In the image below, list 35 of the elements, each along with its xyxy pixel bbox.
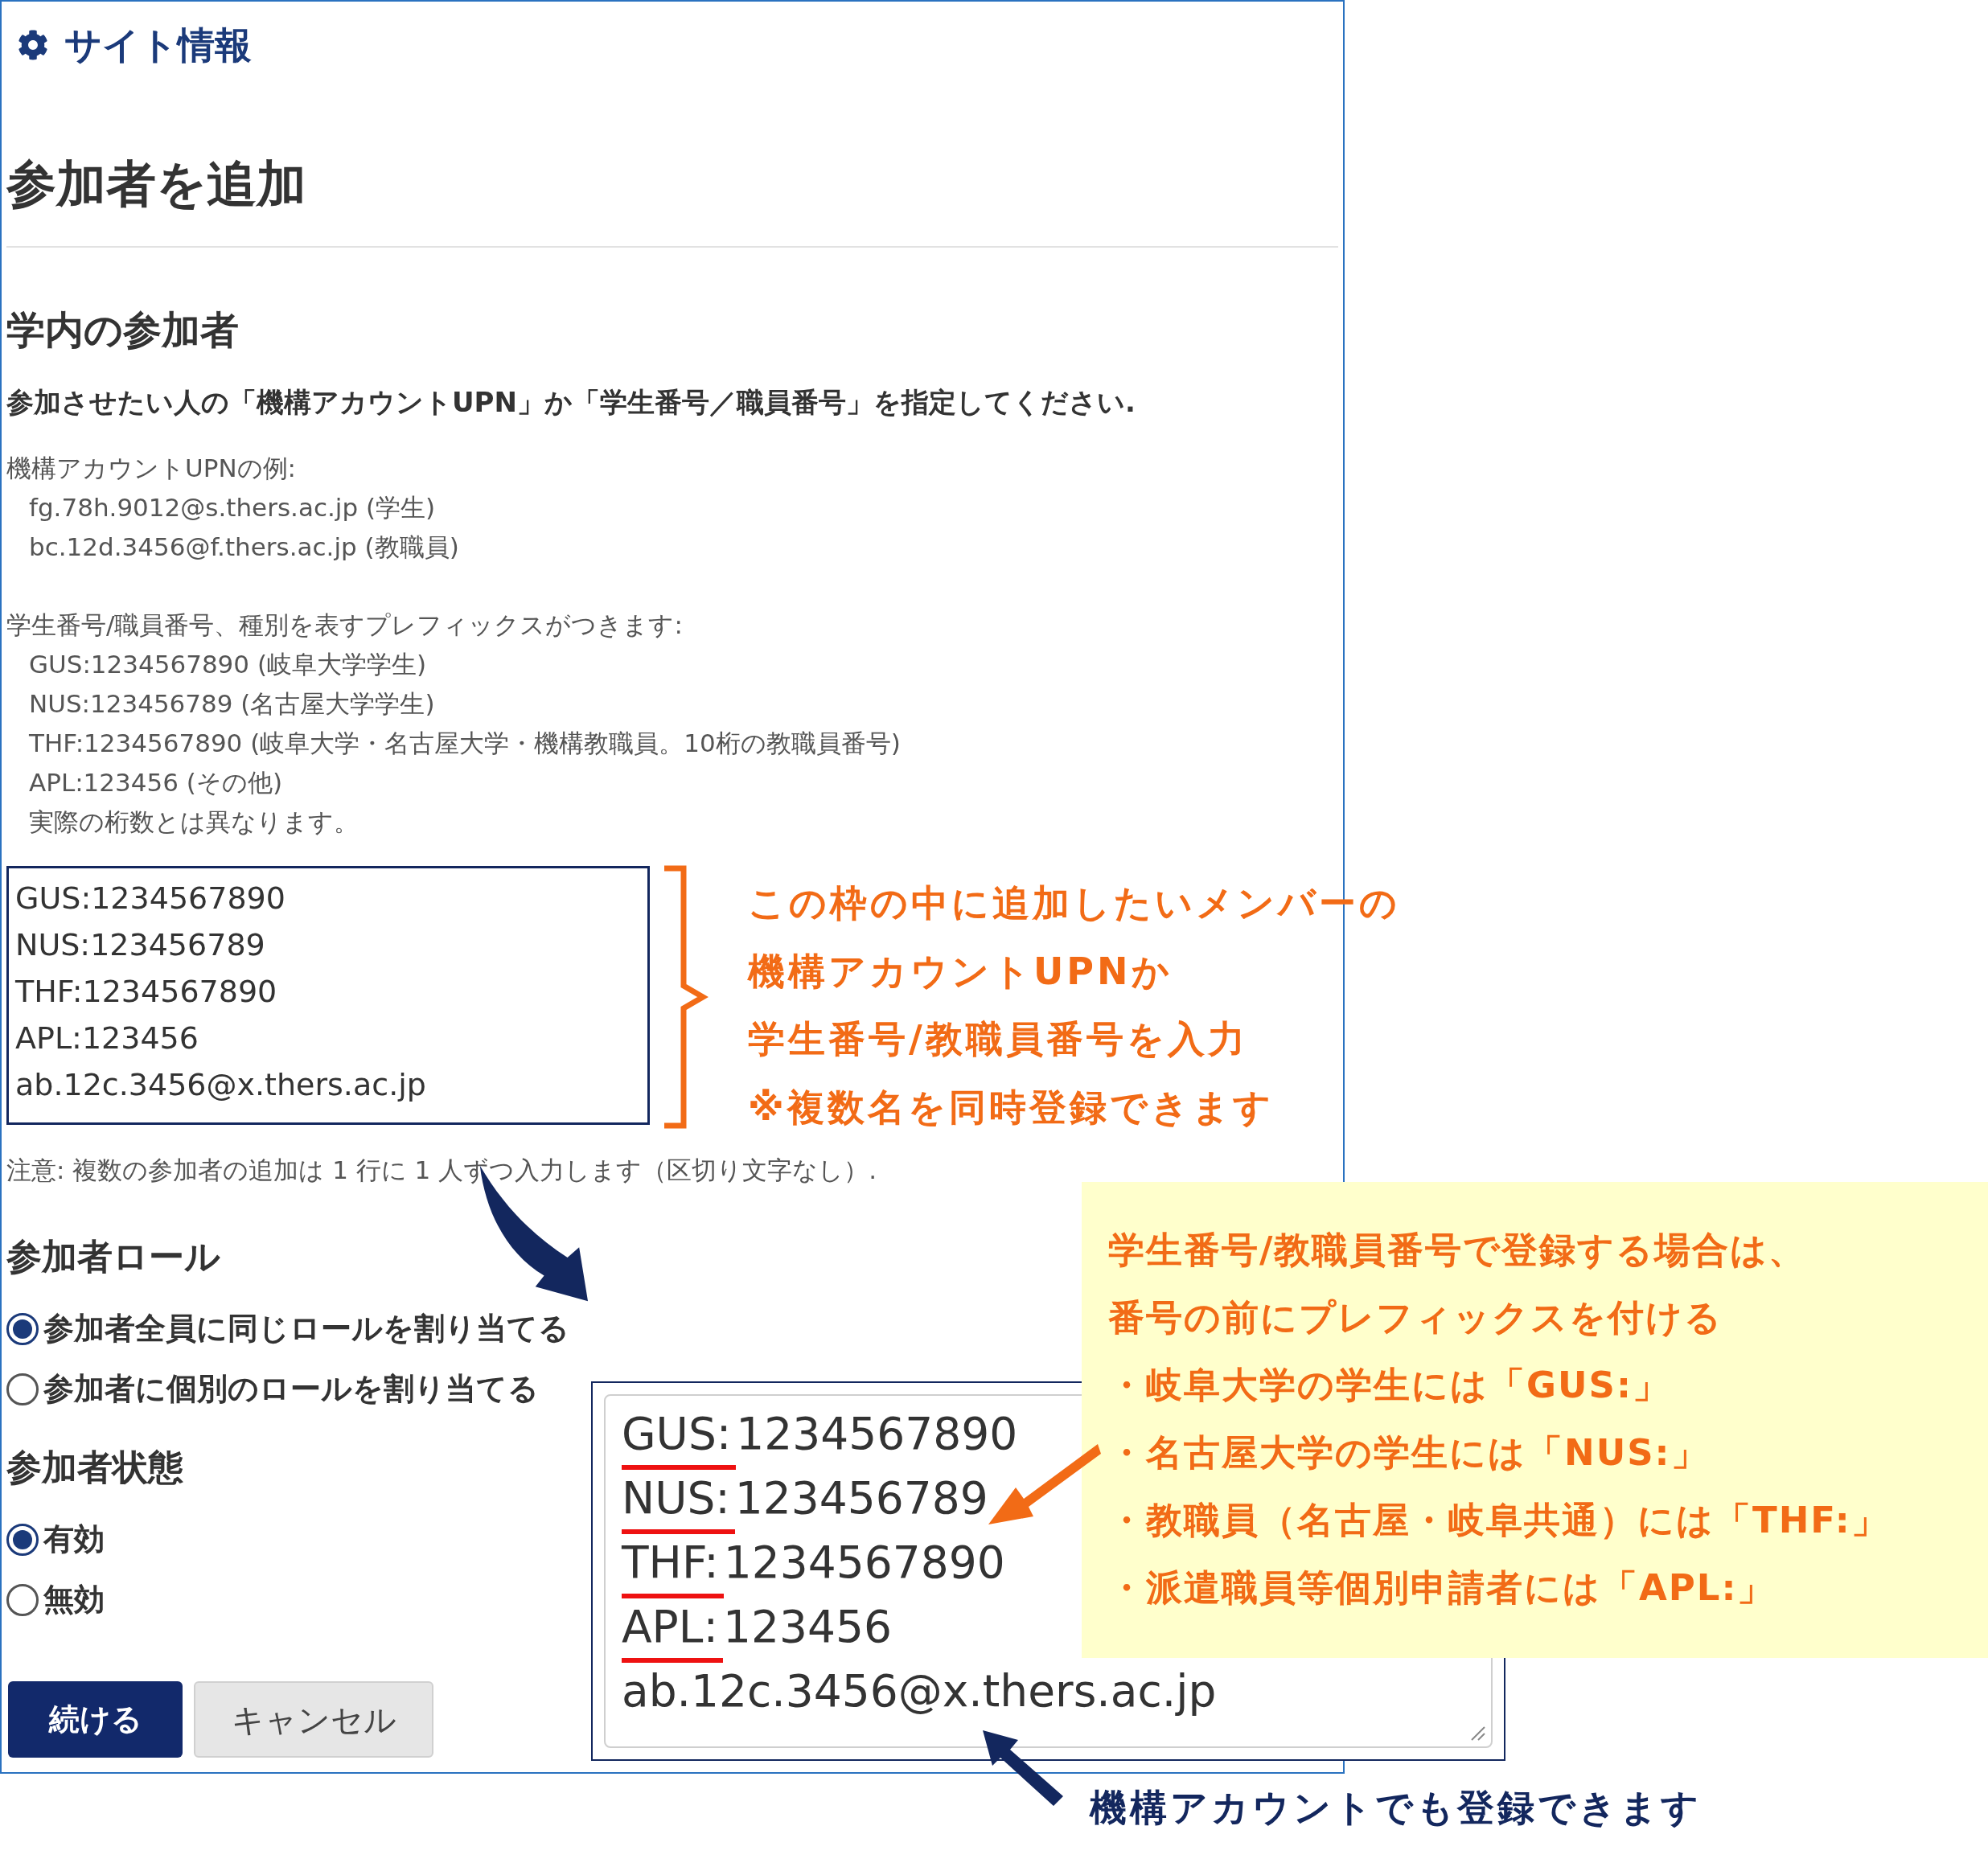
field-line: ab.12c.3456@x.thers.ac.jp [622, 1664, 1217, 1718]
field-line: NUS:123456789 [622, 1470, 988, 1534]
help-text: GUS:1234567890 (岐阜大学学生) [28, 649, 428, 680]
callout-text: ・教職員（名古屋・岐阜共通）には「THF:」 [1108, 1498, 1890, 1543]
callout-text: 学生番号/教職員番号を入力 [748, 1016, 1249, 1062]
help-text: fg.78h.9012@s.thers.ac.jp (学生) [28, 492, 437, 523]
instruction-text: 参加させたい人の「機構アカウントUPN」か「学生番号／職員番号」を指定してください. [6, 384, 1136, 420]
help-label: 学生番号/職員番号、種別を表すプレフィックスがつきます: [6, 609, 684, 641]
callout-text: 学生番号/教職員番号で登録する場合は、 [1108, 1228, 1808, 1273]
role-heading: 参加者ロール [6, 1235, 220, 1278]
help-text: THF:1234567890 (岐阜大学・名古屋大学・機構教職員。10桁の教職員番号) [28, 728, 902, 759]
radio-label: 有効 [43, 1520, 105, 1558]
callout-text: 機構アカウントUPNか [748, 948, 1173, 995]
help-text: bc.12d.3456@f.thers.ac.jp (教職員) [28, 531, 460, 563]
site-title: サイト情報 [64, 22, 252, 68]
callout-text: ・名古屋大学の学生には「NUS:」 [1108, 1430, 1710, 1475]
callout-text: ・岐阜大学の学生には「GUS:」 [1108, 1363, 1671, 1408]
field-line: THF:1234567890 [622, 1534, 1005, 1598]
callout-text: ・派遣職員等個別申請者には「APL:」 [1108, 1565, 1776, 1611]
section-title: 学内の参加者 [6, 306, 239, 354]
note-text: 注意: 複数の参加者の追加は 1 行に 1 人ずつ入力します（区切り文字なし）. [6, 1155, 877, 1186]
callout-text: ※複数名を同時登録できます [748, 1084, 1275, 1130]
account-caption: 機構アカウントでも登録できます [1090, 1785, 1702, 1831]
radio-label: 参加者に個別のロールを割り当てる [43, 1370, 539, 1408]
field-line: GUS:1234567890 [622, 1405, 1018, 1470]
radio-label: 参加者全員に同じロールを割り当てる [43, 1310, 569, 1348]
help-text: NUS:123456789 (名古屋大学学生) [28, 688, 436, 720]
page-title: 参加者を追加 [6, 153, 306, 215]
help-text: APL:123456 (その他) [28, 767, 283, 798]
field-line: APL:123456 [622, 1598, 892, 1663]
help-text: 実際の桁数とは異なります。 [28, 806, 359, 838]
radio-label: 無効 [43, 1581, 105, 1619]
status-heading: 参加者状態 [6, 1446, 183, 1489]
help-label: 機構アカウントUPNの例: [6, 453, 298, 484]
callout-text: 番号の前にプレフィックスを付ける [1108, 1295, 1723, 1340]
